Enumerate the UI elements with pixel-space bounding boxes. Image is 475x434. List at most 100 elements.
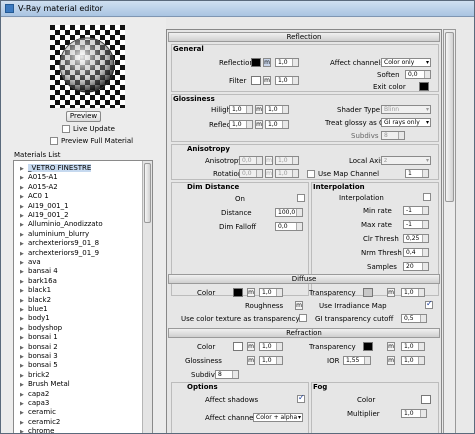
expand-arrow-icon[interactable]: ▶ — [20, 213, 28, 219]
material-list-item[interactable]: ▶ capa2 — [20, 390, 49, 398]
use-irradiance-checkbox[interactable] — [425, 299, 433, 309]
reflect-map-button[interactable]: m — [255, 120, 263, 129]
expand-arrow-icon[interactable]: ▶ — [20, 401, 28, 407]
nrm-thresh-spinner[interactable]: 0,4 — [403, 248, 429, 257]
reflection-amount-spinner[interactable]: 1,0 — [275, 58, 299, 67]
filter-color-swatch[interactable] — [251, 76, 261, 85]
transparency-amount-spinner[interactable]: 1,0 — [401, 288, 425, 297]
affect-channels-dropdown[interactable]: Color only — [381, 58, 431, 67]
material-list-item[interactable]: ▶ aluminium_blurry — [20, 230, 89, 238]
local-axis-dropdown[interactable]: z — [381, 156, 431, 165]
expand-arrow-icon[interactable]: ▶ — [20, 185, 28, 191]
reflection-rollout-header[interactable]: Reflection — [168, 32, 440, 42]
rotation-spinner[interactable]: 0,0 — [239, 169, 263, 178]
ior-amount-spinner[interactable]: 1,0 — [401, 356, 425, 365]
material-list-item[interactable]: ▶ bonsai 3 — [20, 352, 58, 360]
material-list-item[interactable]: ▶ AI19_001_2 — [20, 211, 69, 219]
dim-falloff-spinner[interactable]: 0,0 — [275, 222, 303, 231]
diffuse-transparency-swatch[interactable] — [363, 288, 373, 297]
anisotropy-amount-spinner[interactable]: 1,0 — [275, 156, 299, 165]
diffuse-map-button[interactable]: m — [247, 288, 255, 297]
transparency-map-button[interactable]: m — [387, 288, 395, 297]
distance-spinner[interactable]: 100,0 — [275, 208, 303, 217]
material-list-item[interactable]: ▶ capa3 — [20, 399, 49, 407]
refraction-affect-channels-dropdown[interactable]: Color + alpha — [253, 413, 303, 422]
shader-type-dropdown[interactable]: Blinn — [381, 105, 431, 114]
expand-arrow-icon[interactable]: ▶ — [20, 251, 28, 257]
soften-spinner[interactable]: 0,0 — [405, 70, 431, 79]
refraction-transparency-map-button[interactable]: m — [387, 342, 395, 351]
material-list-item[interactable]: ▶ chrome — [20, 427, 54, 433]
expand-arrow-icon[interactable]: ▶ — [20, 373, 28, 379]
refraction-rollout-header[interactable]: Refraction — [168, 328, 440, 338]
properties-scrollbar[interactable] — [443, 29, 456, 433]
material-list-item[interactable]: ▶ archexteriors9_01_8 — [20, 239, 99, 247]
material-list-item[interactable]: ▶ archexteriors9_01_9 — [20, 249, 99, 257]
filter-amount-spinner[interactable]: 1,0 — [275, 76, 299, 85]
treat-glossy-dropdown[interactable]: GI rays only — [381, 118, 431, 127]
materials-scrollbar[interactable] — [142, 161, 152, 433]
material-list-item[interactable]: ▶ AI19_001_1 — [20, 202, 69, 210]
material-list-item[interactable]: ▶ A015-A2 — [20, 183, 58, 191]
material-list-item[interactable]: ▶ bonsai 5 — [20, 361, 58, 369]
affect-shadows-checkbox[interactable] — [297, 393, 305, 403]
expand-arrow-icon[interactable]: ▶ — [20, 166, 28, 172]
expand-arrow-icon[interactable]: ▶ — [20, 298, 28, 304]
hilight-map-button[interactable]: m — [255, 105, 263, 114]
expand-arrow-icon[interactable]: ▶ — [20, 335, 28, 341]
diffuse-amount-spinner[interactable]: 1,0 — [259, 288, 283, 297]
refraction-amount-spinner[interactable]: 1,0 — [259, 342, 283, 351]
reflection-map-button[interactable]: m — [263, 58, 271, 67]
max-rate-spinner[interactable]: -1 — [403, 220, 429, 229]
materials-scroll-thumb[interactable] — [144, 163, 151, 223]
preview-button[interactable]: Preview — [66, 111, 101, 122]
exit-color-swatch[interactable] — [419, 82, 429, 91]
refraction-gloss-spinner[interactable]: 1,0 — [259, 356, 283, 365]
expand-arrow-icon[interactable]: ▶ — [20, 222, 28, 228]
expand-arrow-icon[interactable]: ▶ — [20, 260, 28, 266]
expand-arrow-icon[interactable]: ▶ — [20, 241, 28, 247]
expand-arrow-icon[interactable]: ▶ — [20, 316, 28, 322]
refraction-color-swatch[interactable] — [233, 342, 243, 351]
expand-arrow-icon[interactable]: ▶ — [20, 429, 28, 433]
live-update-checkbox[interactable] — [62, 125, 70, 133]
reflection-color-swatch[interactable] — [251, 58, 261, 67]
refraction-transparency-swatch[interactable] — [363, 342, 373, 351]
expand-arrow-icon[interactable]: ▶ — [20, 392, 28, 398]
expand-arrow-icon[interactable]: ▶ — [20, 279, 28, 285]
expand-arrow-icon[interactable]: ▶ — [20, 204, 28, 210]
refraction-gloss-map-button[interactable]: m — [247, 356, 255, 365]
expand-arrow-icon[interactable]: ▶ — [20, 269, 28, 275]
expand-arrow-icon[interactable]: ▶ — [20, 345, 28, 351]
material-list-item[interactable]: ▶ brick2 — [20, 371, 50, 379]
material-list-item[interactable]: ▶ black2 — [20, 296, 51, 304]
diffuse-rollout-header[interactable]: Diffuse — [168, 274, 440, 284]
material-list-item[interactable]: ▶ ava — [20, 258, 41, 266]
gi-cutoff-spinner[interactable]: 0,5 — [401, 314, 427, 323]
refraction-subdivs-spinner[interactable]: 8 — [215, 370, 239, 379]
fog-color-swatch[interactable] — [421, 395, 431, 404]
use-map-channel-checkbox[interactable] — [307, 170, 315, 178]
interpolation-checkbox[interactable] — [423, 193, 431, 201]
preview-full-checkbox[interactable] — [50, 137, 58, 145]
roughness-map-button[interactable]: m — [295, 301, 303, 310]
use-color-tex-checkbox[interactable] — [299, 314, 307, 322]
expand-arrow-icon[interactable]: ▶ — [20, 354, 28, 360]
material-list-item[interactable]: ▶ A015-A1 — [20, 173, 58, 181]
samples-spinner[interactable]: 20 — [403, 262, 429, 271]
material-list-item[interactable]: ▶ ceramic2 — [20, 418, 60, 426]
material-list-item[interactable]: ▶ bansai 4 — [20, 267, 58, 275]
expand-arrow-icon[interactable]: ▶ — [20, 420, 28, 426]
expand-arrow-icon[interactable]: ▶ — [20, 363, 28, 369]
reflect-gloss-spinner[interactable]: 1,0 — [229, 120, 253, 129]
refraction-map-button[interactable]: m — [247, 342, 255, 351]
ior-spinner[interactable]: 1,55 — [343, 356, 371, 365]
expand-arrow-icon[interactable]: ▶ — [20, 382, 28, 388]
expand-arrow-icon[interactable]: ▶ — [20, 326, 28, 332]
material-list-item[interactable]: ▶ bark16a — [20, 277, 57, 285]
expand-arrow-icon[interactable]: ▶ — [20, 194, 28, 200]
hilight-spinner[interactable]: 1,0 — [229, 105, 253, 114]
reflect-amount-spinner[interactable]: 1,0 — [265, 120, 289, 129]
material-list-item[interactable]: ▶ _VETRO FINESTRE — [20, 164, 92, 172]
anisotropy-spinner[interactable]: 0,0 — [239, 156, 263, 165]
